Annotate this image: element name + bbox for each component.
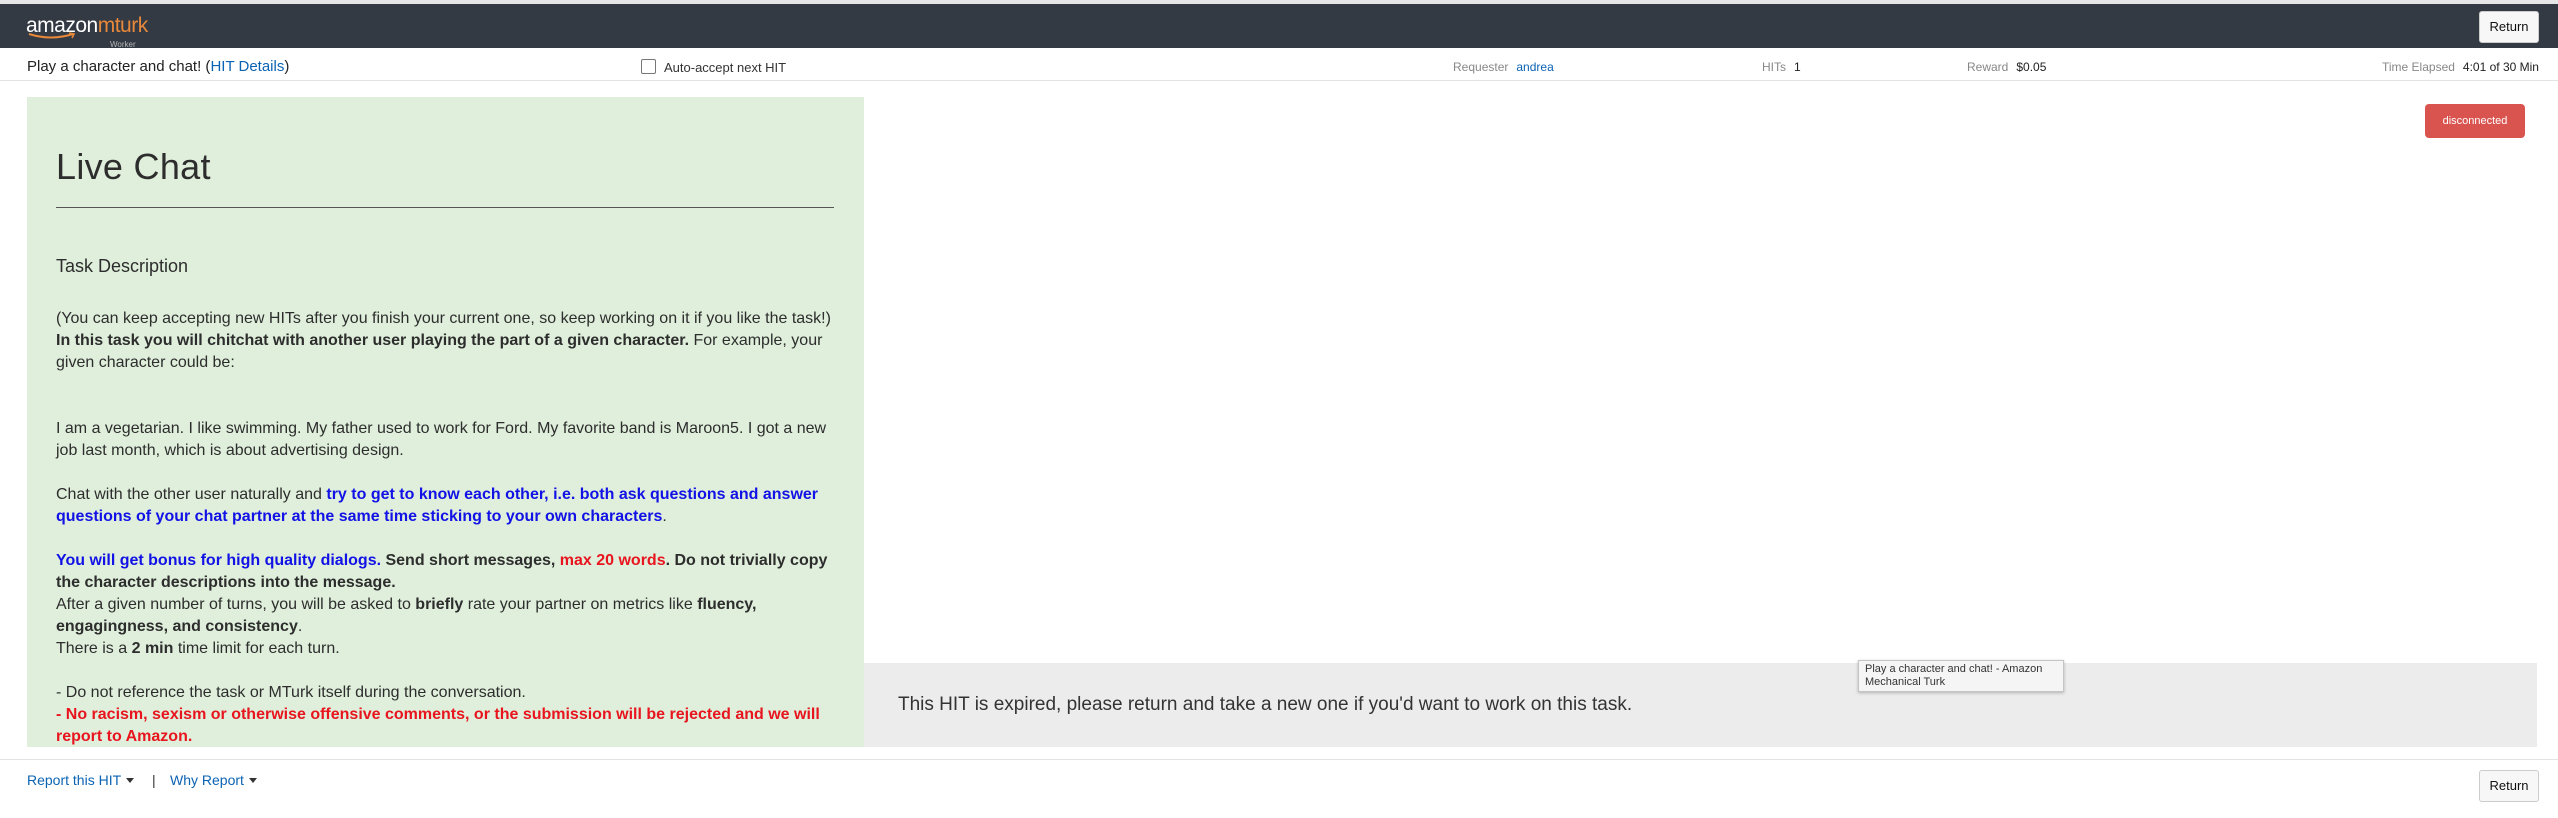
task-paragraph-chat: Chat with the other user naturally and t… (56, 484, 834, 528)
task-text-metrics: rate your partner on metrics like (463, 596, 698, 613)
chevron-down-icon (126, 778, 135, 783)
title-tooltip: Play a character and chat! - Amazon Mech… (1858, 660, 2064, 692)
auto-accept[interactable]: Auto-accept next HIT (641, 59, 786, 75)
reward-label: Reward (1967, 60, 2009, 74)
task-description-panel[interactable]: Live Chat Task Description (You can keep… (27, 97, 864, 747)
hits-info: HITs 1 (1762, 60, 1801, 74)
task-text-max-words: max 20 words (559, 552, 666, 569)
connection-status-badge: disconnected (2425, 104, 2525, 138)
logo-subtitle: Worker (110, 40, 136, 49)
requester-link[interactable]: andrea (1516, 60, 1553, 74)
hit-title: Play a character and chat! (HIT Details) (27, 58, 289, 75)
chevron-down-icon (248, 778, 257, 783)
page-title: Live Chat (56, 146, 211, 187)
report-hit-dropdown[interactable]: Report this HIT (27, 772, 135, 788)
reward-value: $0.05 (2016, 60, 2047, 74)
navbar: amazonmturk Worker Return (0, 4, 2558, 49)
logo-product: mturk (97, 14, 149, 37)
return-button-bottom[interactable]: Return (2479, 770, 2539, 802)
task-text-time-end: time limit for each turn. (173, 640, 340, 657)
task-paragraph-conduct: - Do not reference the task or MTurk its… (56, 682, 834, 747)
task-text-rate: After a given number of turns, you will … (56, 596, 416, 613)
amazon-smile-icon (28, 32, 76, 39)
time-elapsed-info: Time Elapsed 4:01 of 30 Min (2382, 60, 2539, 74)
task-text-time-limit: 2 min (131, 640, 174, 657)
hits-value: 1 (1794, 60, 1801, 74)
why-report-dropdown[interactable]: Why Report (170, 772, 257, 788)
title-divider (56, 207, 834, 208)
reward-info: Reward $0.05 (1967, 60, 2046, 74)
requester-label: Requester (1453, 60, 1509, 74)
time-elapsed-label: Time Elapsed (2382, 60, 2455, 74)
task-paragraph-rules: You will get bonus for high quality dial… (56, 550, 834, 660)
task-text-bonus: You will get bonus for high quality dial… (56, 552, 382, 569)
return-button-top[interactable]: Return (2479, 11, 2539, 43)
task-text-time: There is a (56, 640, 132, 657)
task-paragraph-example: I am a vegetarian. I like swimming. My f… (56, 420, 827, 459)
hit-details-link[interactable]: HIT Details (210, 58, 284, 75)
mturk-logo[interactable]: amazonmturk Worker (26, 14, 149, 49)
auto-accept-label: Auto-accept next HIT (664, 60, 787, 75)
expired-message: This HIT is expired, please return and t… (898, 694, 1633, 715)
footer-separator: | (152, 772, 156, 788)
task-description-heading: Task Description (56, 256, 189, 276)
task-text-continue: (You can keep accepting new HITs after y… (56, 310, 831, 327)
task-text-no-reference: - Do not reference the task or MTurk its… (56, 684, 526, 701)
task-text-rate-end: . (297, 618, 303, 635)
report-hit-label: Report this HIT (27, 772, 122, 788)
auto-accept-checkbox[interactable] (641, 59, 656, 74)
task-text-chat: Chat with the other user naturally and (56, 486, 327, 503)
hit-title-text: Play a character and chat! ( (27, 58, 211, 75)
hit-title-suffix: ) (284, 58, 290, 75)
hit-info-bar: Play a character and chat! (HIT Details)… (0, 52, 2558, 81)
task-paragraph-continue: (You can keep accepting new HITs after y… (56, 308, 834, 374)
expired-notice: This HIT is expired, please return and t… (864, 663, 2537, 747)
why-report-label: Why Report (170, 772, 244, 788)
task-text-no-offensive: - No racism, sexism or otherwise offensi… (56, 706, 820, 745)
hits-label: HITs (1762, 60, 1786, 74)
task-text-briefly: briefly (415, 596, 464, 613)
task-text-short: Send short messages, (381, 552, 560, 569)
footer: Report this HIT | Why Report Return (0, 759, 2558, 818)
time-elapsed-value: 4:01 of 30 Min (2462, 60, 2539, 74)
chat-area (864, 97, 2537, 660)
task-text-chat-end: . (662, 508, 667, 525)
requester-info: Requester andrea (1453, 60, 1554, 74)
task-text-intro-bold: In this task you will chitchat with anot… (56, 332, 690, 349)
